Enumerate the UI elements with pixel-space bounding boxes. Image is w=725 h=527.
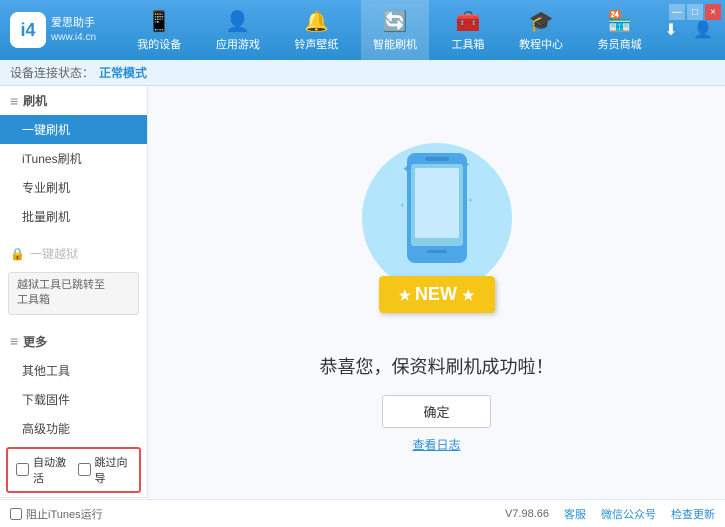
flash-icon: 🔄 <box>383 9 408 34</box>
minimize-btn[interactable]: — <box>669 4 685 20</box>
service-icon: 🏪 <box>607 9 632 34</box>
window-controls: — □ × <box>669 4 721 20</box>
svg-text:✦: ✦ <box>467 196 474 205</box>
tutorial-icon: 🎓 <box>529 9 554 34</box>
notice-box: 越狱工具已跳转至工具箱 <box>8 272 139 315</box>
sidebar-item-itunes-flash[interactable]: iTunes刷机 <box>0 144 147 173</box>
footer-left: 阻止iTunes运行 <box>10 506 103 522</box>
success-card: ✦ ✦ ✦ ✦ NEW 恭喜您，保资料刷机成功啦！ 确定 查看日志 <box>320 133 554 453</box>
nav-tab-tutorial[interactable]: 🎓 教程中心 <box>507 0 575 60</box>
nav-tab-smart-flash[interactable]: 🔄 智能刷机 <box>361 0 429 60</box>
flash-section-icon: ≡ <box>10 93 18 109</box>
svg-text:✦: ✦ <box>462 160 470 171</box>
sidebar: ≡ 刷机 一键刷机 iTunes刷机 专业刷机 批量刷机 🔒 一键越狱 越狱工具… <box>0 86 148 499</box>
device-icon: 📱 <box>147 9 172 34</box>
ringtone-icon: 🔔 <box>304 9 329 34</box>
nav-tab-ringtone[interactable]: 🔔 铃声壁纸 <box>282 0 350 60</box>
logo-icon: i4 <box>10 12 46 48</box>
sidebar-item-batch-flash[interactable]: 批量刷机 <box>0 202 147 231</box>
sidebar-item-pro-flash[interactable]: 专业刷机 <box>0 173 147 202</box>
footer: 阻止iTunes运行 V7.98.66 客服 微信公众号 检查更新 <box>0 499 725 527</box>
auto-activate-row: 自动激活 跳过向导 <box>6 447 141 493</box>
nav-tab-toolbox[interactable]: 🧰 工具箱 <box>440 0 497 60</box>
sidebar-item-advanced[interactable]: 高级功能 <box>0 414 147 443</box>
footer-right: V7.98.66 客服 微信公众号 检查更新 <box>505 506 715 522</box>
nav-tabs: 📱 我的设备 👤 应用游戏 🔔 铃声壁纸 🔄 智能刷机 🧰 工具箱 🎓 <box>120 0 659 60</box>
sidebar-bottom: 自动激活 跳过向导 📱 iPhone 15 Pro Max 512GB iPho… <box>0 443 147 499</box>
toolbox-icon: 🧰 <box>456 9 481 34</box>
sidebar-disabled-jailbreak: 🔒 一键越狱 <box>0 239 147 268</box>
nav-tab-my-device[interactable]: 📱 我的设备 <box>125 0 193 60</box>
no-itunes-checkbox[interactable] <box>10 508 22 520</box>
footer-link-service[interactable]: 客服 <box>564 506 586 522</box>
auto-activate-checkbox[interactable] <box>16 463 29 476</box>
sidebar-item-one-click-flash[interactable]: 一键刷机 <box>0 115 147 144</box>
footer-link-wechat[interactable]: 微信公众号 <box>601 506 656 522</box>
skip-guide-checkbox[interactable] <box>78 463 91 476</box>
new-banner: NEW <box>378 276 494 313</box>
sidebar-section-flash: ≡ 刷机 <box>0 86 147 115</box>
sidebar-section-more: ≡ 更多 <box>0 327 147 356</box>
status-bar: 设备连接状态： 正常模式 <box>0 60 725 86</box>
content-area: ✦ ✦ ✦ ✦ NEW 恭喜您，保资料刷机成功啦！ 确定 查看日志 <box>148 86 725 499</box>
sidebar-item-download-firmware[interactable]: 下载固件 <box>0 385 147 414</box>
footer-link-update[interactable]: 检查更新 <box>671 506 715 522</box>
confirm-button[interactable]: 确定 <box>382 395 490 428</box>
svg-text:✦: ✦ <box>402 162 412 176</box>
close-btn[interactable]: × <box>705 4 721 20</box>
phone-svg: ✦ ✦ ✦ ✦ <box>397 148 477 288</box>
sidebar-item-other-tools[interactable]: 其他工具 <box>0 356 147 385</box>
more-section-icon: ≡ <box>10 333 18 349</box>
lock-icon: 🔒 <box>10 247 25 261</box>
app-icon: 👤 <box>225 9 250 34</box>
header: i4 爱思助手 www.i4.cn 📱 我的设备 👤 应用游戏 🔔 铃声壁纸 🔄 <box>0 0 725 60</box>
nav-tab-service[interactable]: 🏪 务员商城 <box>586 0 654 60</box>
maximize-btn[interactable]: □ <box>687 4 703 20</box>
device-divider <box>0 497 147 498</box>
view-log-link[interactable]: 查看日志 <box>412 436 460 453</box>
success-title: 恭喜您，保资料刷机成功啦！ <box>320 353 554 379</box>
header-right: ⬇ 👤 <box>659 18 715 42</box>
download-btn[interactable]: ⬇ <box>659 18 683 42</box>
svg-text:✦: ✦ <box>399 201 406 210</box>
logo-area: i4 爱思助手 www.i4.cn <box>10 12 120 48</box>
account-btn[interactable]: 👤 <box>691 18 715 42</box>
phone-illustration: ✦ ✦ ✦ ✦ NEW <box>357 133 517 333</box>
logo-text: 爱思助手 www.i4.cn <box>51 16 96 43</box>
nav-tab-app-game[interactable]: 👤 应用游戏 <box>204 0 272 60</box>
